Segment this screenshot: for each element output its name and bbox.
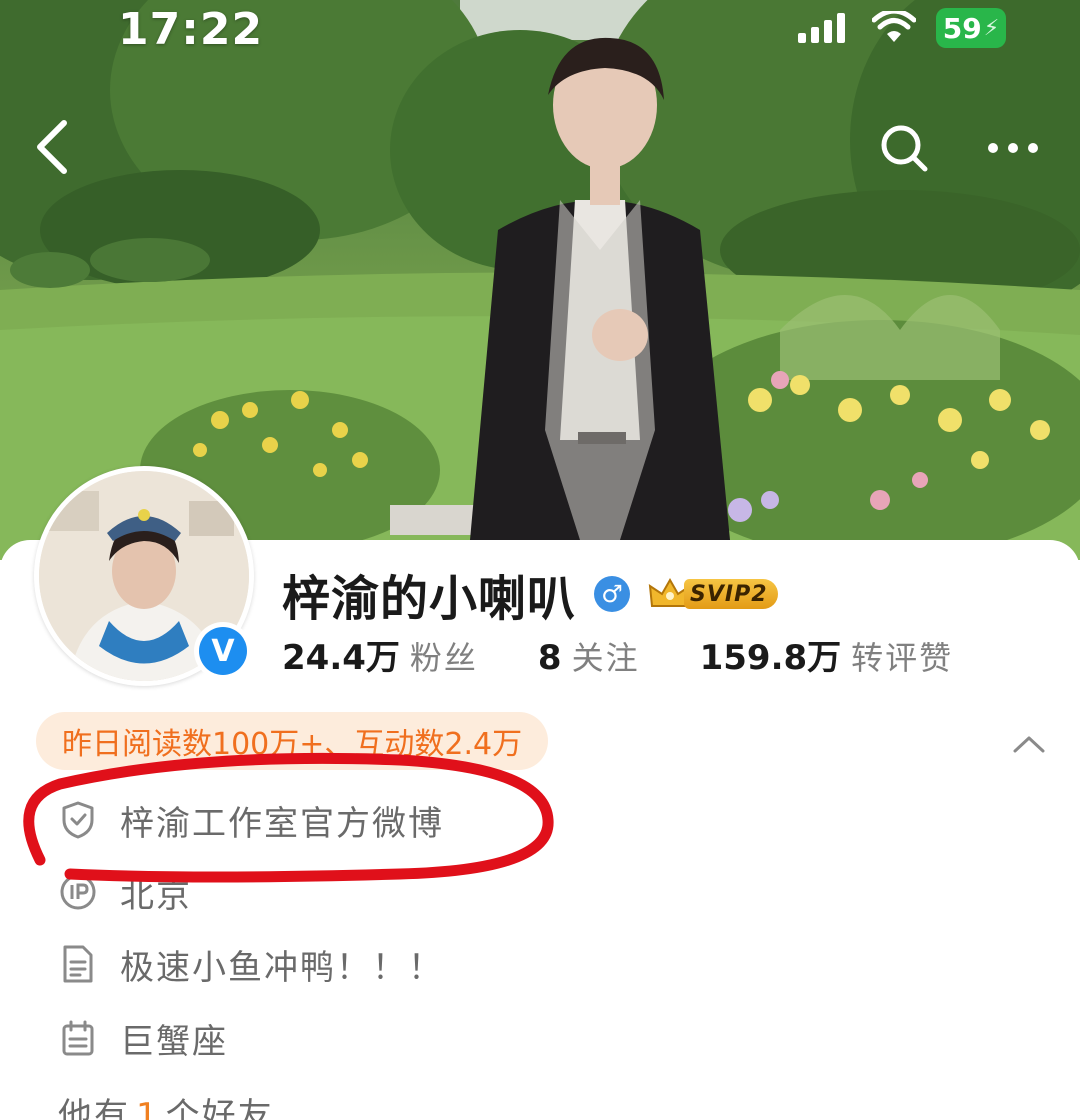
engagement-stat[interactable]: 159.8万 转评赞 [700,630,954,679]
read-stats-banner[interactable]: 昨日阅读数100万+、互动数2.4万 [36,712,549,770]
verified-icon: V [199,627,247,675]
svip-badge[interactable]: SVIP2 [648,576,778,612]
following-label: 关注 [571,639,640,677]
stats-row: 24.4万 粉丝 8 关注 159.8万 转评赞 [282,630,1013,680]
zodiac-row: 巨蟹座 [58,1008,228,1068]
search-icon [881,125,928,172]
collapse-button[interactable] [1004,724,1054,764]
engagement-count: 159.8万 [699,638,842,678]
friends-suffix: 个好友 [165,1096,274,1120]
more-dots-icon [988,143,1038,153]
friends-prefix: 他有 [58,1096,130,1120]
location-text: 北京 [120,875,192,916]
ip-location-icon [58,872,98,912]
following-count: 8 [537,638,562,678]
status-time: 17:22 [118,4,264,55]
verification-text: 梓渝工作室官方微博 [120,803,444,844]
friends-row[interactable]: 他有 1 个好友 [58,1088,274,1120]
wifi-icon [872,11,916,42]
followers-label: 粉丝 [409,639,478,677]
battery-indicator: 59 ⚡ [936,8,1006,48]
profile-name: 梓渝的小喇叭 [282,571,577,627]
male-gender-icon: ♂ [594,576,631,612]
search-button[interactable] [872,116,938,182]
signal-icon [798,13,845,43]
name-row: 梓渝的小喇叭 ♂ SVIP2 [282,562,778,627]
chevron-left-icon [37,120,67,174]
chevron-up-icon [1013,736,1045,753]
charging-icon: ⚡ [983,15,1000,41]
shield-check-icon [58,800,98,840]
verification-row: 梓渝工作室官方微博 [58,790,444,850]
location-row: 北京 [58,862,192,922]
friends-count: 1 [136,1096,160,1120]
status-indicators: 59 ⚡ [796,8,1006,48]
more-button[interactable] [978,126,1048,170]
read-stats-text: 昨日阅读数100万+、互动数2.4万 [62,727,523,762]
followers-count: 24.4万 [282,638,400,678]
document-icon [58,944,98,984]
following-stat[interactable]: 8 关注 [538,633,640,679]
svip-label: SVIP2 [684,579,778,609]
bio-row: 极速小鱼冲鸭！！！ [58,934,444,994]
engagement-label: 转评赞 [851,639,954,677]
battery-level: 59 [942,11,982,45]
followers-stat[interactable]: 24.4万 粉丝 [282,630,478,679]
back-button[interactable] [22,112,82,182]
zodiac-text: 巨蟹座 [120,1021,228,1062]
calendar-icon [58,1018,98,1058]
verified-badge: V [194,622,252,680]
bio-text: 极速小鱼冲鸭！！！ [120,947,444,988]
avatar-container[interactable]: V [34,466,254,686]
